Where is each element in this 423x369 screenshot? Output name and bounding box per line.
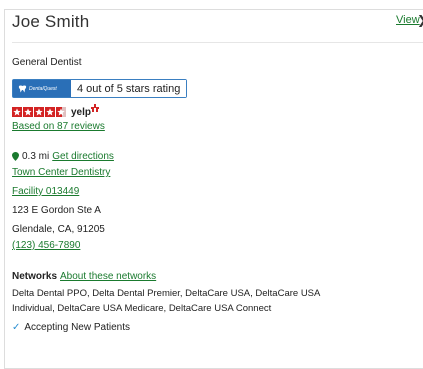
office-name-link[interactable]: Town Center Dentistry: [12, 167, 110, 178]
networks-label: Networks: [12, 271, 58, 282]
address-line-1: 123 E Gordon Ste A: [12, 205, 101, 216]
get-directions-link[interactable]: Get directions: [52, 151, 114, 162]
distance-value: 0.3 mi: [22, 151, 50, 162]
provider-header: Joe Smith View ❯: [12, 12, 423, 42]
tooth-icon: [18, 85, 27, 92]
yelp-wordmark: yelp: [71, 106, 92, 118]
header-divider: [12, 42, 423, 43]
accepting-text: Accepting New Patients: [24, 322, 131, 333]
yelp-burst-icon: [91, 103, 100, 112]
dentalquest-label: DentalQuest: [29, 85, 57, 92]
distance-row: 0.3 mi Get directions: [12, 151, 114, 162]
networks-list-line: Individual, DeltaCare USA Medicare, Delt…: [12, 303, 272, 314]
about-networks-link[interactable]: About these networks: [60, 271, 156, 282]
yelp-reviews-link[interactable]: Based on 87 reviews: [12, 121, 105, 132]
yelp-stars: [12, 107, 66, 117]
checkmark-icon: ✓: [12, 322, 21, 333]
provider-specialty: General Dentist: [12, 57, 82, 68]
yelp-logo: yelp: [71, 103, 100, 118]
dentalquest-rating: DentalQuest 4 out of 5 stars rating: [12, 79, 188, 98]
dentalquest-logo: DentalQuest: [13, 80, 71, 97]
provider-name: Joe Smith: [12, 12, 90, 31]
address-line-2: Glendale, CA, 91205: [12, 224, 105, 235]
star-icon: [45, 107, 55, 117]
star-icon: [12, 107, 22, 117]
networks-list-line: Delta Dental PPO, Delta Dental Premier, …: [12, 288, 321, 299]
chevron-right-icon[interactable]: ❯: [417, 13, 423, 27]
facility-link[interactable]: Facility 013449: [12, 186, 79, 197]
yelp-rating: yelp: [12, 103, 100, 118]
half-star-icon: [56, 107, 66, 117]
accepting-status: ✓ Accepting New Patients: [12, 322, 130, 333]
rating-text: 4 out of 5 stars rating: [71, 80, 187, 97]
map-pin-icon: [12, 152, 19, 161]
star-icon: [23, 107, 33, 117]
networks-heading: Networks About these networks: [12, 271, 156, 282]
star-icon: [34, 107, 44, 117]
networks-list: Delta Dental PPO, Delta Dental Premier, …: [12, 286, 412, 316]
phone-link[interactable]: (123) 456-7890: [12, 240, 80, 251]
